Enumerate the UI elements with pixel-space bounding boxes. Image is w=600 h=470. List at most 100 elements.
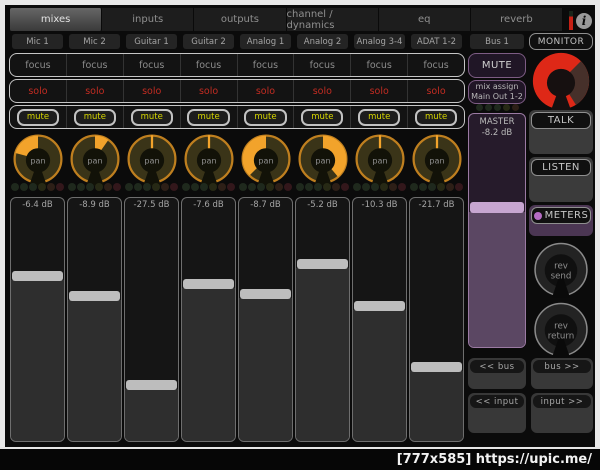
tab-outputs[interactable]: outputs [194, 8, 287, 31]
bus-prev-button[interactable]: << bus [470, 360, 524, 373]
channel-fader[interactable]: -10.3 dB [352, 197, 407, 442]
fader-handle[interactable] [411, 361, 462, 372]
mute-button[interactable]: mute [16, 108, 60, 126]
listen-button[interactable]: LISTEN [531, 159, 591, 176]
channel-label[interactable]: Guitar 1 [126, 34, 177, 49]
pan-knob[interactable]: pan [239, 132, 293, 186]
pan-knob[interactable]: pan [68, 132, 122, 186]
tab-channel-dynamics[interactable]: channel / dynamics [286, 8, 379, 31]
channel-label[interactable]: Mic 2 [69, 34, 120, 49]
focus-cell[interactable]: focus [10, 54, 67, 76]
mute-button[interactable]: mute [130, 108, 173, 126]
mute-button[interactable]: mute [414, 108, 458, 126]
mute-cell[interactable]: mute [408, 106, 464, 128]
meter-led [20, 182, 28, 191]
mute-cell[interactable]: mute [124, 106, 181, 128]
focus-cell[interactable]: focus [124, 54, 181, 76]
pan-cell: pan [123, 131, 180, 187]
meter-led [362, 182, 370, 191]
channel-fader[interactable]: -6.4 dB [10, 197, 65, 442]
fader-handle[interactable] [12, 271, 63, 282]
fader-handle[interactable] [354, 301, 405, 312]
focus-cell[interactable]: focus [408, 54, 464, 76]
channel-fader[interactable]: -27.5 dB [124, 197, 179, 442]
fader-db-value: -21.7 dB [418, 200, 455, 210]
fader-handle[interactable] [69, 291, 120, 302]
mute-cell[interactable]: mute [238, 106, 295, 128]
focus-cell[interactable]: focus [181, 54, 238, 76]
solo-cell[interactable]: solo [351, 80, 409, 102]
focus-cell[interactable]: focus [67, 54, 124, 76]
master-fader[interactable]: MASTER -8.2 dB [468, 113, 526, 348]
channel-label-cell: Guitar 2 [180, 34, 237, 49]
bus-label[interactable]: Bus 1 [470, 34, 524, 49]
solo-cell[interactable]: solo [124, 80, 181, 102]
bus-next-button[interactable]: bus >> [533, 360, 591, 373]
mute-cell[interactable]: mute [294, 106, 352, 128]
pan-label: pan [372, 156, 387, 166]
channel-label[interactable]: ADAT 1-2 [411, 34, 462, 49]
channel-label[interactable]: Analog 1 [240, 34, 291, 49]
mute-cell[interactable]: mute [67, 106, 124, 128]
channel-label[interactable]: Guitar 2 [183, 34, 234, 49]
meters-button[interactable]: METERS [531, 207, 591, 224]
pan-knob[interactable]: pan [353, 132, 407, 186]
monitor-label[interactable]: MONITOR [529, 33, 593, 50]
solo-cell[interactable]: solo [238, 80, 295, 102]
channel-fader[interactable]: -5.2 dB [295, 197, 350, 442]
channel-fader[interactable]: -7.6 dB [181, 197, 236, 442]
mute-button[interactable]: mute [244, 108, 287, 126]
pan-knob[interactable]: pan [410, 132, 464, 186]
reverb-return-knob[interactable]: revreturn [532, 301, 590, 358]
fader-handle[interactable] [240, 289, 291, 300]
mute-button[interactable]: mute [187, 108, 230, 126]
solo-cell[interactable]: solo [67, 80, 124, 102]
channel-fader[interactable]: -8.7 dB [238, 197, 293, 442]
tab-reverb[interactable]: reverb [470, 8, 564, 31]
channel-fader[interactable]: -21.7 dB [409, 197, 464, 442]
solo-button-label: solo [312, 85, 332, 97]
pan-knob[interactable]: pan [182, 132, 236, 186]
pan-knob[interactable]: pan [125, 132, 179, 186]
focus-cell[interactable]: focus [294, 54, 352, 76]
fader-handle[interactable] [126, 380, 177, 391]
info-icon[interactable]: i [576, 13, 592, 29]
solo-cell[interactable]: solo [10, 80, 67, 102]
master-fader-handle[interactable] [470, 202, 524, 214]
channel-label[interactable]: Mic 1 [12, 34, 63, 49]
monitor-volume-knob[interactable] [531, 51, 591, 111]
bus-mix-assign-button[interactable]: mix assign Main Out 1-2 [468, 80, 526, 104]
input-next-button[interactable]: input >> [533, 395, 591, 408]
focus-cell[interactable]: focus [351, 54, 409, 76]
reverb-send-knob[interactable]: revsend [532, 241, 590, 298]
fader-cell: -8.9 dB [66, 197, 123, 442]
tab-inputs[interactable]: inputs [102, 8, 195, 31]
solo-cell[interactable]: solo [294, 80, 352, 102]
pan-label: pan [429, 156, 444, 166]
fader-handle[interactable] [297, 259, 348, 270]
channel-fader[interactable]: -8.9 dB [67, 197, 122, 442]
mute-cell[interactable]: mute [10, 106, 67, 128]
tab-eq[interactable]: eq [378, 8, 471, 31]
pan-knob[interactable]: pan [296, 132, 350, 186]
channel-label[interactable]: Analog 2 [297, 34, 348, 49]
channel-label-cell: Guitar 1 [123, 34, 180, 49]
fader-db-value: -5.2 dB [307, 200, 338, 210]
solo-cell[interactable]: solo [181, 80, 238, 102]
channel-label[interactable]: Analog 3-4 [354, 34, 405, 49]
fader-handle[interactable] [183, 279, 234, 290]
input-prev-button[interactable]: << input [470, 395, 524, 408]
mute-button[interactable]: mute [73, 108, 116, 126]
meter-led [11, 182, 19, 191]
mute-cell[interactable]: mute [181, 106, 238, 128]
pan-knob[interactable]: pan [11, 132, 65, 186]
tab-mixes[interactable]: mixes [10, 8, 103, 31]
bus-mute-button[interactable]: MUTE [468, 53, 526, 78]
mute-button[interactable]: mute [358, 108, 401, 126]
talk-button[interactable]: TALK [531, 112, 591, 129]
input-prev-group: << input [468, 393, 526, 433]
solo-cell[interactable]: solo [408, 80, 464, 102]
mute-cell[interactable]: mute [351, 106, 409, 128]
focus-cell[interactable]: focus [238, 54, 295, 76]
mute-button[interactable]: mute [301, 108, 344, 126]
